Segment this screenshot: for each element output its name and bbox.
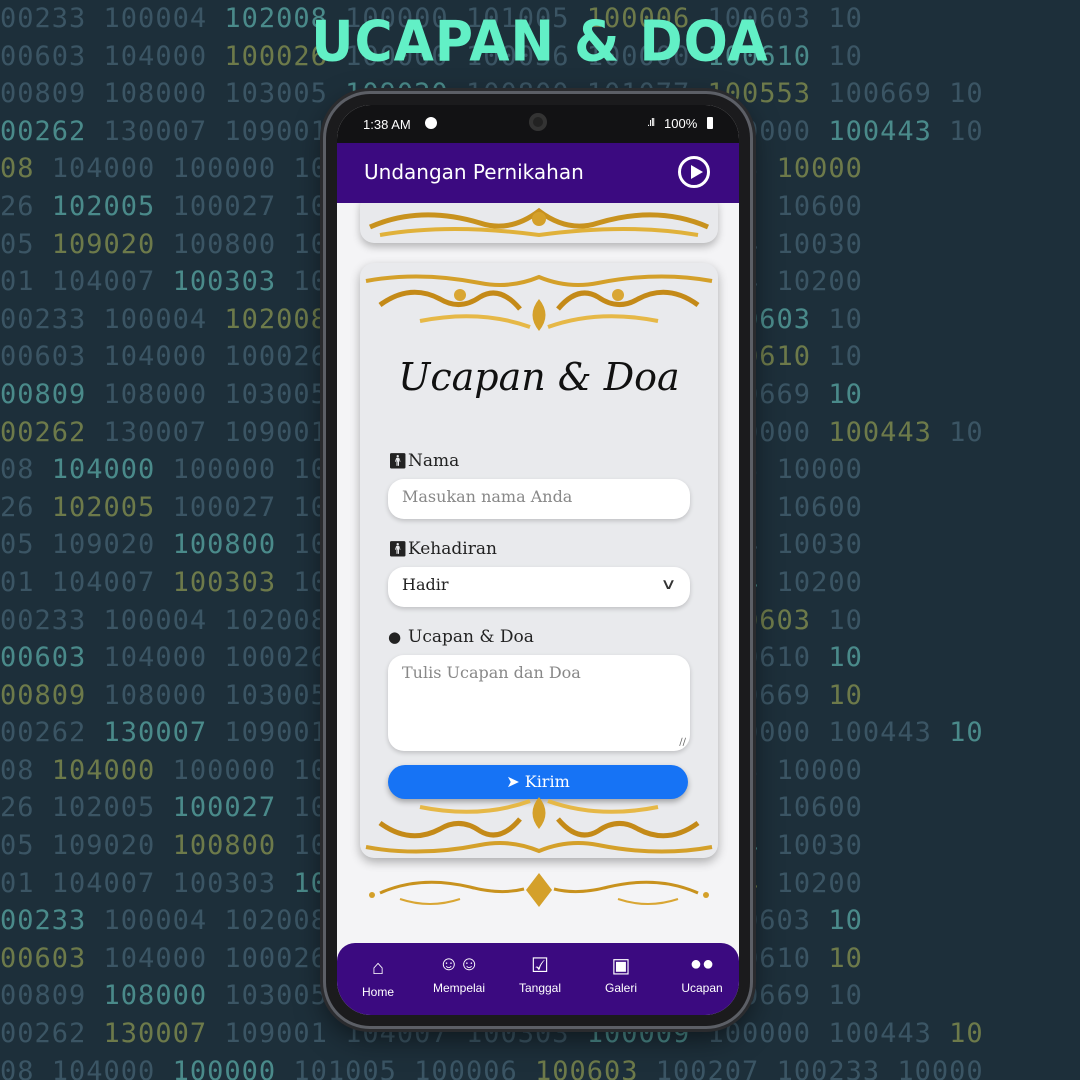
attendance-label-text: Kehadiran (408, 539, 497, 559)
phone-mockup: 1:38 AM .ıll 100% Undangan Pernikahan Uc… (326, 94, 750, 1026)
phone-screen: 1:38 AM .ıll 100% Undangan Pernikahan Uc… (337, 105, 739, 1015)
person-icon: 🚹︎ (388, 452, 408, 470)
resize-grip-icon[interactable]: ∕∕ (679, 737, 686, 748)
bottom-nav: ⌂ Home ☺☺ Mempelai ☑ Tanggal ▣ Galeri ●●… (337, 943, 739, 1015)
nav-ucapan[interactable]: ●● Ucapan (662, 953, 739, 995)
nav-tanggal[interactable]: ☑ Tanggal (500, 953, 580, 995)
calendar-check-icon: ☑ (531, 955, 549, 977)
home-icon: ⌂ (371, 957, 385, 979)
play-circle-icon[interactable] (678, 156, 710, 188)
form-title: Ucapan & Doa (398, 355, 680, 399)
people-icon: ☺☺ (438, 953, 480, 975)
previous-card (360, 203, 718, 243)
greeting-card: Ucapan & Doa 🚹︎Nama Masukan nama Anda 🚹︎… (360, 263, 718, 858)
attendance-select[interactable]: Hadir ∨ (388, 567, 690, 607)
nav-label: Mempelai (432, 981, 486, 995)
nav-mempelai[interactable]: ☺☺ Mempelai (419, 953, 499, 995)
name-label-text: Nama (408, 451, 460, 471)
chevron-down-icon: ∨ (660, 575, 677, 593)
content-area[interactable]: Ucapan & Doa 🚹︎Nama Masukan nama Anda 🚹︎… (337, 203, 739, 943)
person-question-icon: 🚹︎ (388, 540, 408, 558)
gold-ornament-top-icon (365, 274, 713, 331)
app-bar: Undangan Pernikahan (337, 143, 739, 203)
camera-hole (529, 113, 547, 131)
nav-label: Tanggal (518, 981, 562, 995)
nav-label: Galeri (604, 981, 637, 995)
spotify-icon (425, 117, 437, 129)
app-title: Undangan Pernikahan (364, 160, 584, 184)
message-label: ● Ucapan & Doa (388, 627, 534, 647)
headline: UCAPAN & DOA (311, 9, 769, 75)
chat-bubbles-icon: ●● (689, 953, 715, 975)
comment-icon: ● (388, 628, 402, 646)
nav-label: Home (361, 985, 394, 999)
attendance-value: Hadir (402, 575, 449, 594)
code-line: 08 104000 100000 101005 100006 100603 10… (0, 1055, 984, 1080)
status-time: 1:38 AM (363, 117, 411, 132)
nav-home[interactable]: ⌂ Home (338, 957, 418, 999)
name-field[interactable]: Masukan nama Anda (388, 479, 690, 519)
gold-divider-icon (369, 873, 709, 907)
gold-ornament-bottom-icon (365, 797, 713, 854)
gold-ornament-icon (368, 207, 710, 238)
images-icon: ▣ (611, 955, 631, 977)
message-textarea[interactable]: Tulis Ucapan dan Doa ∕∕ (388, 655, 690, 751)
nav-label: Ucapan (681, 981, 723, 995)
message-label-text: Ucapan & Doa (408, 627, 534, 647)
submit-label: Kirim (524, 772, 570, 791)
status-battery: 100% (664, 116, 698, 131)
status-bar: 1:38 AM .ıll 100% (337, 105, 739, 143)
name-label: 🚹︎Nama (388, 451, 459, 471)
attendance-label: 🚹︎Kehadiran (388, 539, 497, 559)
nav-galeri[interactable]: ▣ Galeri (581, 953, 661, 995)
signal-icon: .ıll (647, 117, 655, 129)
battery-icon (707, 117, 713, 129)
message-placeholder: Tulis Ucapan dan Doa (402, 663, 581, 682)
paper-plane-icon: ➤ (506, 772, 520, 791)
